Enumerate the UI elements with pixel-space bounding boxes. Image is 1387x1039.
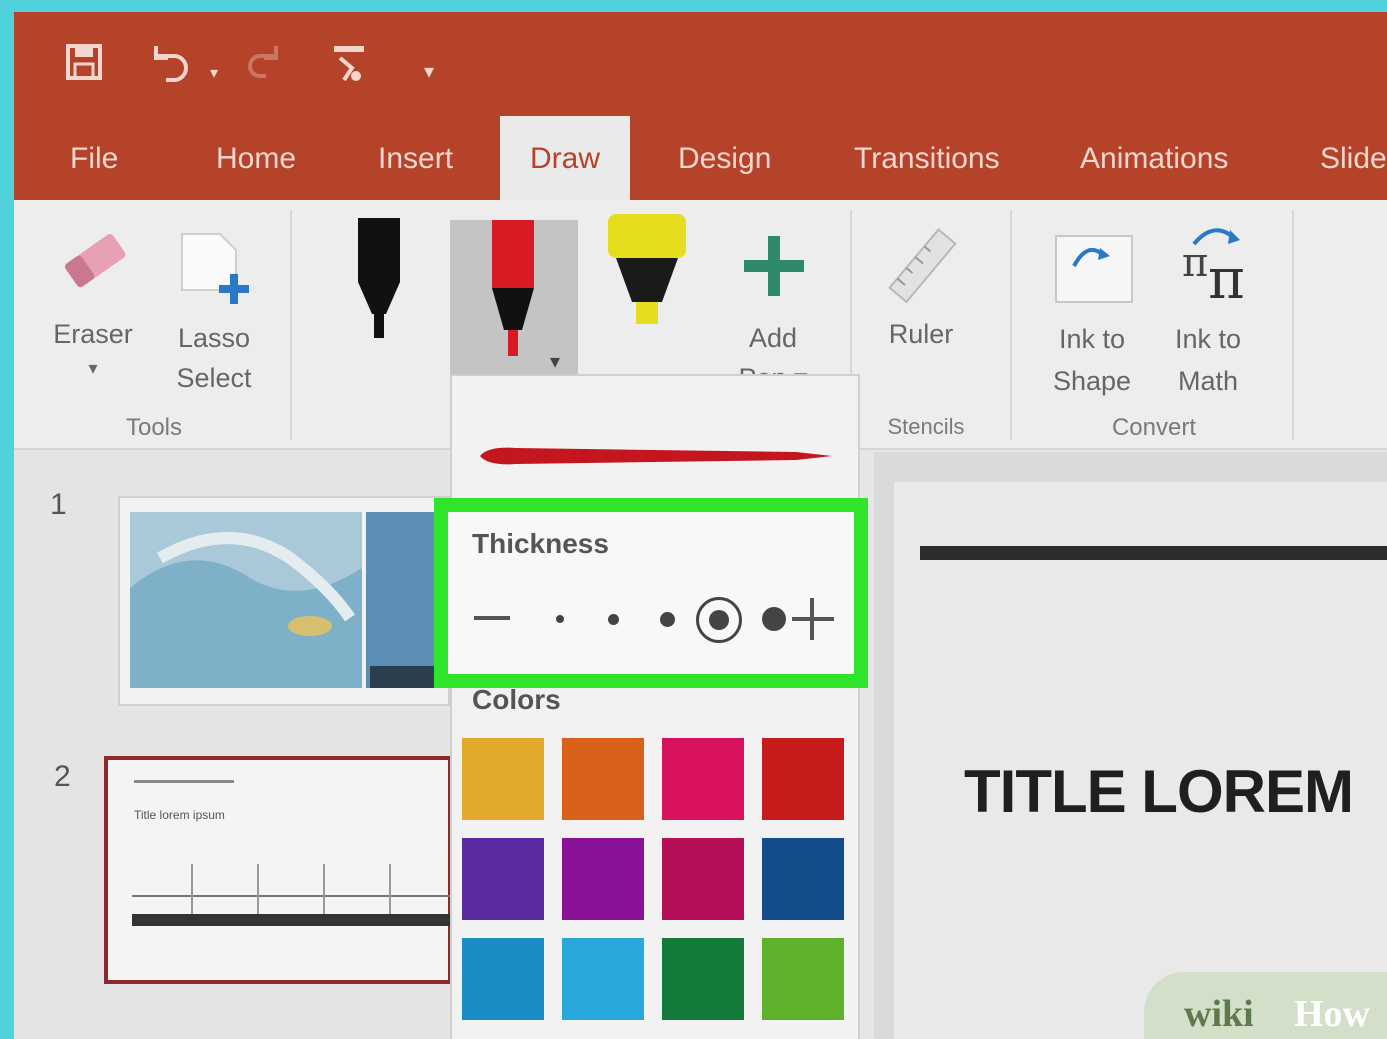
slide-title-rule xyxy=(920,546,1387,560)
slide2-number: 2 xyxy=(54,760,71,793)
color-swatch[interactable] xyxy=(462,738,544,820)
black-pen-icon[interactable] xyxy=(354,218,404,347)
ribbon-tab-bar: File Home Insert Draw Design Transitions… xyxy=(14,104,1387,200)
convert-group-label: Convert xyxy=(1111,414,1197,441)
color-swatch[interactable] xyxy=(562,838,644,920)
eraser-icon[interactable] xyxy=(60,228,132,297)
ink-to-shape-label[interactable]: Ink to Shape xyxy=(1044,318,1140,402)
svg-text:π: π xyxy=(1182,240,1208,286)
color-swatch[interactable] xyxy=(762,938,844,1020)
eraser-dropdown-arrow[interactable]: ▾ xyxy=(78,352,108,384)
tab-draw[interactable]: Draw xyxy=(500,116,631,200)
customize-icon[interactable]: ▾ xyxy=(424,54,434,90)
slide2-caption: Title lorem ipsum xyxy=(134,808,225,822)
thickness-dot-4-fill xyxy=(709,610,729,630)
add-pen-label[interactable]: Add Pen ▾ xyxy=(726,318,820,378)
ruler-label[interactable]: Ruler xyxy=(876,318,966,350)
lasso-select-label[interactable]: Lasso Select xyxy=(164,318,264,398)
color-swatch[interactable] xyxy=(662,838,744,920)
undo-dropdown-icon[interactable]: ▾ xyxy=(210,56,218,92)
thickness-label: Thickness xyxy=(472,528,609,559)
redo-icon xyxy=(246,42,286,90)
thickness-dot-3[interactable] xyxy=(660,612,675,627)
ribbon-separator xyxy=(290,210,292,440)
thickness-dot-1[interactable] xyxy=(556,615,564,623)
ink-to-shape-icon[interactable] xyxy=(1048,226,1138,311)
color-swatch[interactable] xyxy=(562,938,644,1020)
color-swatch[interactable] xyxy=(762,838,844,920)
tab-transitions[interactable]: Transitions xyxy=(854,142,1000,176)
color-swatch[interactable] xyxy=(662,738,744,820)
color-swatch[interactable] xyxy=(462,938,544,1020)
tab-home[interactable]: Home xyxy=(216,142,296,176)
thickness-dot-5[interactable] xyxy=(762,607,786,631)
color-swatch[interactable] xyxy=(762,738,844,820)
ruler-icon[interactable] xyxy=(884,222,964,317)
ink-to-math-label[interactable]: Ink to Math xyxy=(1160,318,1256,402)
slide-title[interactable]: TITLE LOREM xyxy=(964,757,1354,826)
save-icon[interactable] xyxy=(64,42,104,88)
svg-text:▾: ▾ xyxy=(550,351,560,373)
color-swatch[interactable] xyxy=(462,838,544,920)
tab-animations[interactable]: Animations xyxy=(1080,142,1228,176)
slide1-number: 1 xyxy=(50,488,67,521)
ribbon-separator xyxy=(1292,210,1294,440)
red-pen-selected[interactable]: ▾ xyxy=(450,220,578,388)
slide2-thumbnail-selected[interactable]: Title lorem ipsum xyxy=(104,756,452,984)
powerpoint-window: ▾ ▾ File Home Insert Draw Design Transit… xyxy=(14,12,1387,1039)
color-swatch[interactable] xyxy=(562,738,644,820)
slide2-rule xyxy=(134,780,234,783)
tools-group-label: Tools xyxy=(125,414,183,441)
tab-slide-show[interactable]: Slide xyxy=(1320,142,1387,176)
ribbon-separator xyxy=(1010,210,1012,440)
increase-thickness-icon-bar xyxy=(792,617,834,621)
ink-to-math-icon[interactable]: ππ xyxy=(1164,214,1264,312)
yellow-highlighter-icon[interactable] xyxy=(602,214,692,349)
thickness-dot-4-selected[interactable] xyxy=(696,597,742,643)
add-pen-icon[interactable] xyxy=(744,236,804,301)
pen-preview-stroke xyxy=(480,447,832,465)
tab-insert[interactable]: Insert xyxy=(378,142,453,176)
color-swatch[interactable] xyxy=(662,938,744,1020)
watermark-text-how: How xyxy=(1294,993,1370,1035)
decrease-thickness-icon[interactable] xyxy=(474,616,510,620)
thickness-highlight-box xyxy=(434,498,868,688)
stencils-group-label: Stencils xyxy=(887,414,965,439)
lasso-select-icon[interactable] xyxy=(174,228,264,313)
touch-mode-icon[interactable] xyxy=(330,42,370,92)
tab-file[interactable]: File xyxy=(70,142,118,176)
tab-design[interactable]: Design xyxy=(678,142,771,176)
svg-text:π: π xyxy=(1208,247,1245,306)
watermark-logo: wiki How xyxy=(1144,972,1387,1039)
eraser-label[interactable]: Eraser xyxy=(48,318,138,350)
slide1-thumbnail[interactable] xyxy=(118,496,450,706)
thickness-selector[interactable] xyxy=(470,594,840,644)
title-bar: ▾ ▾ xyxy=(14,12,1387,104)
thickness-dot-2[interactable] xyxy=(608,614,619,625)
watermark-text-wiki: wiki xyxy=(1184,993,1254,1035)
colors-label: Colors xyxy=(472,684,561,715)
undo-icon[interactable] xyxy=(146,42,192,90)
